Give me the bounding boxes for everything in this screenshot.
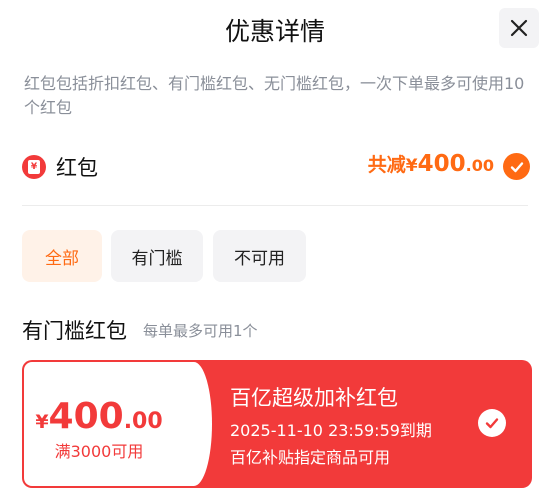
coupon-expiry: 2025-11-10 23:59:59到期	[230, 421, 432, 440]
coupon-amount: ¥400.00	[24, 396, 174, 437]
tab-threshold[interactable]: 有门槛	[111, 230, 203, 282]
total-currency: ¥	[405, 156, 418, 176]
page-title: 优惠详情	[224, 17, 325, 46]
section-title: 有门槛红包	[22, 319, 127, 343]
close-icon	[510, 19, 528, 37]
tab-all[interactable]: 全部	[22, 230, 102, 282]
redpacket-check-toggle[interactable]	[503, 153, 530, 180]
tab-unavailable[interactable]: 不可用	[213, 230, 306, 282]
checkmark-icon	[510, 161, 523, 172]
coupon-card[interactable]: ¥400.00 满3000可用 百亿超级加补红包 2025-11-10 23:5…	[22, 360, 532, 488]
red-packet-icon: ¥	[22, 155, 46, 179]
red-packet-label: 红包	[56, 156, 98, 180]
coupon-currency: ¥	[35, 411, 49, 433]
coupon-amount-dec: .00	[123, 409, 163, 434]
checkmark-icon	[485, 418, 499, 429]
coupon-condition: 满3000可用	[54, 442, 144, 461]
description-text: 红包包括折扣红包、有门槛红包、无门槛红包，一次下单最多可使用10个红包	[24, 74, 525, 117]
section-subtitle: 每单最多可用1个	[143, 322, 258, 340]
total-prefix: 共减	[367, 154, 406, 176]
total-amount: 400	[417, 151, 466, 177]
divider	[22, 205, 528, 206]
coupon-scope: 百亿补贴指定商品可用	[230, 448, 391, 467]
total-decimal: .00	[465, 156, 494, 175]
coupon-check-toggle[interactable]	[478, 409, 506, 437]
coupon-title: 百亿超级加补红包	[230, 386, 398, 410]
coupon-amount-int: 400	[48, 396, 124, 437]
coupon-amount-panel: ¥400.00 满3000可用	[24, 362, 212, 486]
close-button[interactable]	[499, 8, 539, 48]
total-discount: 共减¥400.00	[368, 150, 494, 177]
